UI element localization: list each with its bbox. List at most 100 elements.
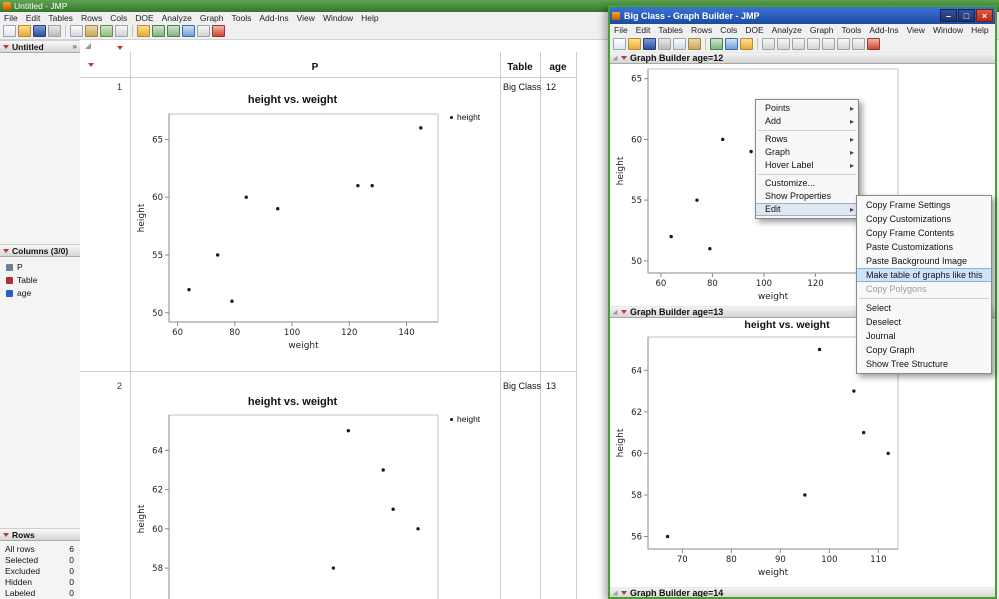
paste-icon[interactable] bbox=[688, 38, 701, 50]
crosshair-icon[interactable] bbox=[837, 38, 850, 50]
menu-edit[interactable]: Edit bbox=[632, 25, 655, 35]
minimize-button[interactable]: – bbox=[940, 9, 957, 22]
red-triangle-icon[interactable] bbox=[621, 591, 627, 595]
cell-table-name[interactable]: Big Class bbox=[503, 82, 541, 92]
selection-arrow-icon[interactable] bbox=[762, 38, 775, 50]
column-item-p[interactable]: P bbox=[0, 261, 80, 273]
row-number[interactable]: 2 bbox=[80, 381, 122, 391]
cell-age[interactable]: 12 bbox=[546, 82, 556, 92]
submenu-item-show-tree-structure[interactable]: Show Tree Structure bbox=[857, 357, 991, 371]
submenu-item-paste-customizations[interactable]: Paste Customizations bbox=[857, 240, 991, 254]
menu-window[interactable]: Window bbox=[929, 25, 967, 35]
menu-rows[interactable]: Rows bbox=[687, 25, 716, 35]
graph-icon[interactable] bbox=[182, 25, 195, 37]
new-document-icon[interactable] bbox=[3, 25, 16, 37]
annotate-icon[interactable] bbox=[867, 38, 880, 50]
submenu-item-paste-background-image[interactable]: Paste Background Image bbox=[857, 254, 991, 268]
menu-analyze[interactable]: Analyze bbox=[768, 25, 806, 35]
disclosure-icon[interactable] bbox=[3, 533, 9, 537]
outline-collapse-icon[interactable] bbox=[85, 43, 91, 49]
journal-panel-header[interactable]: Untitled » bbox=[0, 40, 80, 53]
red-triangle-icon[interactable] bbox=[117, 46, 123, 50]
close-button[interactable]: × bbox=[976, 9, 993, 22]
disclosure-icon[interactable] bbox=[3, 45, 9, 49]
magnifier-icon[interactable] bbox=[852, 38, 865, 50]
menu-tables[interactable]: Tables bbox=[44, 13, 77, 23]
selection-arrow-icon[interactable] bbox=[115, 25, 128, 37]
menu-item-customize[interactable]: Customize... bbox=[756, 177, 858, 190]
menu-cols[interactable]: Cols bbox=[106, 13, 131, 23]
menu-item-graph[interactable]: Graph bbox=[756, 146, 858, 159]
disclosure-icon[interactable] bbox=[3, 249, 9, 253]
journal-col-header-age[interactable]: age bbox=[540, 62, 576, 73]
column-item-table[interactable]: Table bbox=[0, 274, 80, 286]
menu-file[interactable]: File bbox=[610, 25, 632, 35]
print-icon[interactable] bbox=[48, 25, 61, 37]
print-icon[interactable] bbox=[658, 38, 671, 50]
scatter-plot-journal-age13[interactable]: 7080901001105658606264weightheight bbox=[135, 409, 450, 599]
menu-item-hover-label[interactable]: Hover Label bbox=[756, 159, 858, 172]
menu-tools[interactable]: Tools bbox=[228, 13, 256, 23]
columns-panel-header[interactable]: Columns (3/0) bbox=[0, 244, 80, 257]
menu-tools[interactable]: Tools bbox=[838, 25, 866, 35]
copy-icon[interactable] bbox=[673, 38, 686, 50]
menu-graph[interactable]: Graph bbox=[806, 25, 838, 35]
help-question-icon[interactable] bbox=[777, 38, 790, 50]
layout-icon[interactable] bbox=[167, 25, 180, 37]
outline-collapse-icon[interactable] bbox=[613, 56, 618, 61]
outline-header-age14[interactable]: Graph Builder age=14 bbox=[610, 587, 995, 597]
copy-icon[interactable] bbox=[70, 25, 83, 37]
red-triangle-icon[interactable] bbox=[88, 63, 94, 67]
zoom-icon[interactable] bbox=[197, 25, 210, 37]
menu-addins[interactable]: Add-Ins bbox=[255, 13, 292, 23]
chevron-right-icon[interactable]: » bbox=[73, 42, 77, 51]
right-titlebar[interactable]: Big Class - Graph Builder - JMP – □ × bbox=[610, 7, 995, 24]
open-icon[interactable] bbox=[628, 38, 641, 50]
menu-window[interactable]: Window bbox=[319, 13, 357, 23]
graph-icon[interactable] bbox=[725, 38, 738, 50]
red-triangle-icon[interactable] bbox=[621, 310, 627, 314]
new-document-icon[interactable] bbox=[613, 38, 626, 50]
submenu-item-select[interactable]: Select bbox=[857, 301, 991, 315]
lasso-icon[interactable] bbox=[822, 38, 835, 50]
menu-graph[interactable]: Graph bbox=[196, 13, 228, 23]
outline-collapse-icon[interactable] bbox=[613, 591, 618, 596]
submenu-item-deselect[interactable]: Deselect bbox=[857, 315, 991, 329]
legend[interactable]: height bbox=[450, 414, 480, 424]
menu-doe[interactable]: DOE bbox=[131, 13, 157, 23]
menu-help[interactable]: Help bbox=[357, 13, 382, 23]
data-table-icon[interactable] bbox=[152, 25, 165, 37]
rows-panel-header[interactable]: Rows bbox=[0, 528, 80, 541]
submenu-item-copy-graph[interactable]: Copy Graph bbox=[857, 343, 991, 357]
row-number[interactable]: 1 bbox=[80, 82, 122, 92]
menu-help[interactable]: Help bbox=[967, 25, 992, 35]
journal-col-header-table[interactable]: Table bbox=[500, 62, 540, 73]
submenu-item-make-table-of-graphs[interactable]: Make table of graphs like this bbox=[857, 268, 991, 282]
journal-icon[interactable] bbox=[137, 25, 150, 37]
maximize-button[interactable]: □ bbox=[958, 9, 975, 22]
brush-icon[interactable] bbox=[807, 38, 820, 50]
menu-analyze[interactable]: Analyze bbox=[158, 13, 196, 23]
save-icon[interactable] bbox=[643, 38, 656, 50]
journal-icon[interactable] bbox=[740, 38, 753, 50]
menu-item-add[interactable]: Add bbox=[756, 115, 858, 128]
paste-icon[interactable] bbox=[85, 25, 98, 37]
submenu-item-journal[interactable]: Journal bbox=[857, 329, 991, 343]
menu-item-edit[interactable]: Edit bbox=[756, 203, 858, 216]
outline-header-age12[interactable]: Graph Builder age=12 bbox=[610, 52, 995, 64]
column-item-age[interactable]: age bbox=[0, 287, 80, 299]
submenu-item-copy-frame-settings[interactable]: Copy Frame Settings bbox=[857, 198, 991, 212]
menu-item-points[interactable]: Points bbox=[756, 102, 858, 115]
red-triangle-icon[interactable] bbox=[621, 56, 627, 60]
menu-cols[interactable]: Cols bbox=[716, 25, 741, 35]
journal-col-header-p[interactable]: P bbox=[130, 62, 500, 73]
open-icon[interactable] bbox=[18, 25, 31, 37]
menu-edit[interactable]: Edit bbox=[22, 13, 45, 23]
undo-icon[interactable] bbox=[100, 25, 113, 37]
script-icon[interactable] bbox=[212, 25, 225, 37]
submenu-item-copy-customizations[interactable]: Copy Customizations bbox=[857, 212, 991, 226]
cell-table-name[interactable]: Big Class bbox=[503, 381, 541, 391]
menu-doe[interactable]: DOE bbox=[741, 25, 767, 35]
outline-collapse-icon[interactable] bbox=[613, 310, 618, 315]
legend[interactable]: height bbox=[450, 112, 480, 122]
